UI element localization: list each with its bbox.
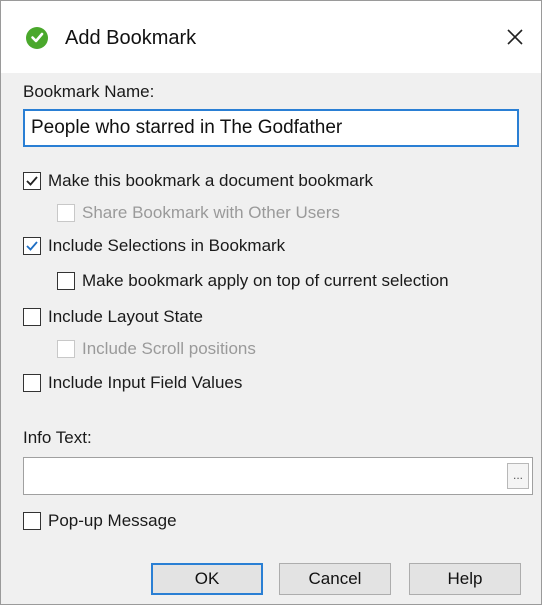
checkbox-box[interactable] (57, 272, 75, 290)
popup-message-label: Pop-up Message (48, 511, 177, 530)
dialog-title: Add Bookmark (65, 27, 197, 49)
add-bookmark-dialog: Add Bookmark Bookmark Name: Make this bo… (0, 0, 542, 605)
help-button[interactable]: Help (409, 563, 521, 595)
checkbox-box[interactable] (23, 512, 41, 530)
qlikview-logo-icon (26, 27, 48, 49)
apply-on-top-label: Make bookmark apply on top of current se… (82, 271, 449, 290)
close-icon (507, 29, 523, 45)
checkmark-icon (26, 176, 38, 186)
title-bar: Add Bookmark (1, 1, 541, 73)
share-bookmark-label: Share Bookmark with Other Users (82, 203, 340, 222)
popup-message-checkbox[interactable]: Pop-up Message (23, 509, 177, 533)
close-button[interactable] (495, 17, 535, 57)
info-text-label: Info Text: (23, 428, 92, 447)
include-selections-checkbox[interactable]: Include Selections in Bookmark (23, 234, 285, 258)
include-scroll-label: Include Scroll positions (82, 339, 256, 358)
checkbox-box[interactable] (23, 237, 41, 255)
checkbox-box (57, 340, 75, 358)
cancel-button[interactable]: Cancel (279, 563, 391, 595)
document-bookmark-checkbox[interactable]: Make this bookmark a document bookmark (23, 169, 373, 193)
checkbox-box (57, 204, 75, 222)
document-bookmark-label: Make this bookmark a document bookmark (48, 171, 374, 190)
ok-button[interactable]: OK (151, 563, 263, 595)
include-scroll-checkbox: Include Scroll positions (57, 337, 256, 361)
bookmark-name-input[interactable] (23, 109, 519, 147)
include-input-fields-label: Include Input Field Values (48, 373, 243, 392)
checkmark-icon (26, 241, 38, 251)
info-text-browse-button[interactable]: ... (507, 463, 529, 489)
info-text-input[interactable]: ... (23, 457, 533, 495)
checkbox-box[interactable] (23, 374, 41, 392)
checkbox-box[interactable] (23, 172, 41, 190)
include-selections-label: Include Selections in Bookmark (48, 236, 286, 255)
checkbox-box[interactable] (23, 308, 41, 326)
include-layout-checkbox[interactable]: Include Layout State (23, 305, 203, 329)
apply-on-top-checkbox[interactable]: Make bookmark apply on top of current se… (57, 269, 449, 293)
bookmark-name-label: Bookmark Name: (23, 82, 155, 101)
share-bookmark-checkbox: Share Bookmark with Other Users (57, 201, 340, 225)
include-input-fields-checkbox[interactable]: Include Input Field Values (23, 371, 242, 395)
include-layout-label: Include Layout State (48, 307, 204, 326)
